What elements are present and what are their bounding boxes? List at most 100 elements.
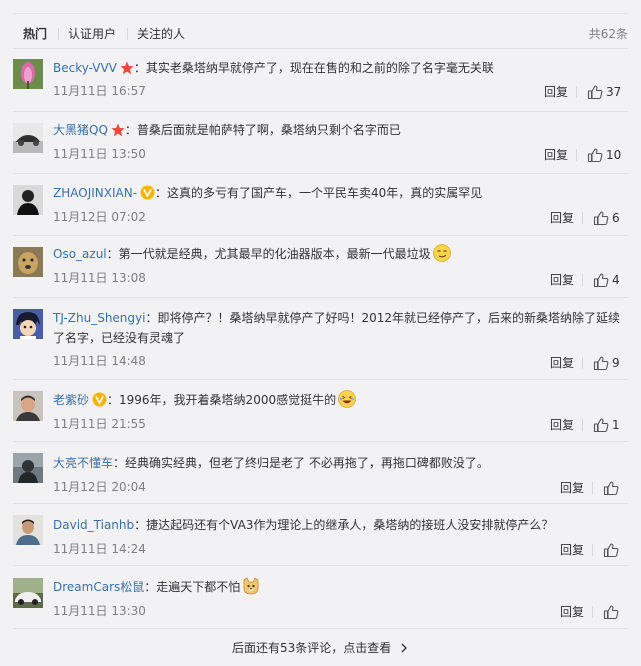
comment-body: 大黑猪QQ ：普桑后面就是帕萨特了啊，桑塔纳只剩个名字而已 xyxy=(53,120,620,143)
like-count: 9 xyxy=(612,356,620,370)
thumbs-up-icon xyxy=(593,273,609,288)
laugh-emoji xyxy=(338,390,357,414)
reply-button[interactable]: 回复 xyxy=(560,542,584,558)
filter-divider xyxy=(58,28,59,40)
action-divider xyxy=(582,212,583,224)
chevron-right-icon xyxy=(401,643,407,653)
avatar[interactable] xyxy=(13,578,43,608)
star-badge-icon xyxy=(120,61,134,81)
comment-body: 大亮不懂车：经典确实经典，但老了终归是老了 不必再拖了，再拖口碑都败没了。 xyxy=(53,453,620,473)
filter-bar: 热门 认证用户 关注的人 共62条 xyxy=(13,26,628,44)
like-button[interactable] xyxy=(603,542,621,558)
reply-button[interactable]: 回复 xyxy=(560,604,584,620)
top-divider xyxy=(13,13,628,14)
comment-body: Becky-VVV ：其实老桑塔纳早就停产了，现在在售的和之前的除了名字毫无关联 xyxy=(53,58,620,81)
avatar[interactable] xyxy=(13,185,43,215)
comment-username[interactable]: 大黑猪QQ xyxy=(53,123,108,137)
star-badge-icon xyxy=(111,123,125,143)
thumbs-up-icon xyxy=(587,85,603,100)
comment-body: Oso_azul：第一代就是经典，尤其最早的化油器版本，最新一代最垃圾 xyxy=(53,244,620,268)
like-count: 37 xyxy=(606,85,622,99)
comment-item: 大黑猪QQ ：普桑后面就是帕萨特了啊，桑塔纳只剩个名字而已 11月11日 13:5… xyxy=(13,111,628,174)
doge-emoji xyxy=(242,577,260,601)
smirk-emoji xyxy=(432,244,451,268)
more-comments-link[interactable]: 后面还有53条评论，点击查看 xyxy=(0,640,641,656)
comment-item: DreamCars松鼠：走遍天下都不怕 11月11日 13:30 回复 xyxy=(13,565,628,629)
more-comments-label: 后面还有53条评论，点击查看 xyxy=(231,641,392,655)
thumbs-up-icon xyxy=(593,211,609,226)
comment-username[interactable]: 老紫砂 xyxy=(53,393,89,407)
filter-divider xyxy=(127,28,128,40)
comment-text: ：走遍天下都不怕 xyxy=(144,580,241,594)
comment-time: 11月11日 14:48 xyxy=(53,354,146,368)
reply-button[interactable]: 回复 xyxy=(544,84,568,100)
comment-text: ：捷达起码还有个VA3作为理论上的继承人，桑塔纳的接班人没安排就停产么？ xyxy=(134,518,554,532)
comment-time: 11月11日 13:30 xyxy=(53,604,146,618)
avatar[interactable] xyxy=(13,391,43,421)
action-divider xyxy=(592,544,593,556)
action-divider xyxy=(582,419,583,431)
comment-text: ：这真的多亏有了国产车，一个平民车卖40年，真的实属罕见 xyxy=(155,186,483,200)
comment-item: TJ-Zhu_Shengyi：即将停产？！桑塔纳早就停产了好吗！2012年就已经… xyxy=(13,297,628,380)
avatar[interactable] xyxy=(13,515,43,545)
thumbs-up-icon xyxy=(587,148,603,163)
avatar[interactable] xyxy=(13,309,43,339)
comment-time: 11月11日 21:55 xyxy=(53,417,146,431)
thumbs-up-icon xyxy=(603,543,619,558)
comment-item: David_Tianhb：捷达起码还有个VA3作为理论上的继承人，桑塔纳的接班人… xyxy=(13,503,628,566)
like-button[interactable]: 9 xyxy=(593,355,625,371)
like-button[interactable] xyxy=(603,604,621,620)
like-button[interactable]: 6 xyxy=(593,210,625,226)
reply-button[interactable]: 回复 xyxy=(550,272,574,288)
like-count: 1 xyxy=(612,418,620,432)
action-divider xyxy=(576,86,577,98)
comment-time: 11月11日 14:24 xyxy=(53,542,146,556)
vip-badge-icon xyxy=(92,392,107,413)
comment-username[interactable]: Becky-VVV xyxy=(53,61,117,75)
filter-tab-following[interactable]: 关注的人 xyxy=(137,26,185,42)
reply-button[interactable]: 回复 xyxy=(550,210,574,226)
action-divider xyxy=(576,149,577,161)
comment-time: 11月11日 13:08 xyxy=(53,271,146,285)
like-button[interactable]: 10 xyxy=(587,147,625,163)
like-count: 4 xyxy=(612,273,620,287)
comment-body: ZHAOJINXIAN- ：这真的多亏有了国产车，一个平民车卖40年，真的实属罕见 xyxy=(53,183,620,206)
comment-username[interactable]: Oso_azul xyxy=(53,247,107,261)
filter-tab-verified[interactable]: 认证用户 xyxy=(68,26,116,42)
comment-text: ：普桑后面就是帕萨特了啊，桑塔纳只剩个名字而已 xyxy=(124,123,401,137)
avatar[interactable] xyxy=(13,247,43,277)
comment-time: 11月11日 13:50 xyxy=(53,147,146,161)
like-button[interactable]: 4 xyxy=(593,272,625,288)
action-divider xyxy=(592,482,593,494)
reply-button[interactable]: 回复 xyxy=(560,480,584,496)
comment-text: ：其实老桑塔纳早就停产了，现在在售的和之前的除了名字毫无关联 xyxy=(133,61,494,75)
reply-button[interactable]: 回复 xyxy=(550,355,574,371)
comment-item: Oso_azul：第一代就是经典，尤其最早的化油器版本，最新一代最垃圾 11月1… xyxy=(13,235,628,298)
like-count: 10 xyxy=(606,148,622,162)
thumbs-up-icon xyxy=(593,418,609,433)
like-count: 6 xyxy=(612,211,620,225)
like-button[interactable]: 1 xyxy=(593,417,625,433)
comment-item: 老紫砂 ：1996年，我开着桑塔纳2000感觉挺牛的 11月11日 21:55 回… xyxy=(13,379,628,442)
comment-text: ：1996年，我开着桑塔纳2000感觉挺牛的 xyxy=(107,393,337,407)
reply-button[interactable]: 回复 xyxy=(550,417,574,433)
comment-username[interactable]: TJ-Zhu_Shengyi xyxy=(53,311,145,325)
reply-button[interactable]: 回复 xyxy=(544,147,568,163)
comment-body: David_Tianhb：捷达起码还有个VA3作为理论上的继承人，桑塔纳的接班人… xyxy=(53,515,620,535)
like-button[interactable]: 37 xyxy=(587,84,625,100)
avatar[interactable] xyxy=(13,453,43,483)
comment-body: DreamCars松鼠：走遍天下都不怕 xyxy=(53,577,620,601)
comment-item: 大亮不懂车：经典确实经典，但老了终归是老了 不必再拖了，再拖口碑都败没了。 11… xyxy=(13,441,628,504)
avatar[interactable] xyxy=(13,59,43,89)
comment-item: Becky-VVV ：其实老桑塔纳早就停产了，现在在售的和之前的除了名字毫无关联 … xyxy=(13,49,628,112)
action-divider xyxy=(582,274,583,286)
comment-username[interactable]: 大亮不懂车 xyxy=(53,456,113,470)
comment-time: 11月12日 07:02 xyxy=(53,210,146,224)
comment-username[interactable]: David_Tianhb xyxy=(53,518,134,532)
comment-username[interactable]: DreamCars松鼠 xyxy=(53,580,144,594)
avatar[interactable] xyxy=(13,123,43,153)
comment-username[interactable]: ZHAOJINXIAN- xyxy=(53,186,137,200)
comment-time: 11月12日 20:04 xyxy=(53,480,146,494)
filter-tab-hot[interactable]: 热门 xyxy=(23,26,47,42)
like-button[interactable] xyxy=(603,480,621,496)
